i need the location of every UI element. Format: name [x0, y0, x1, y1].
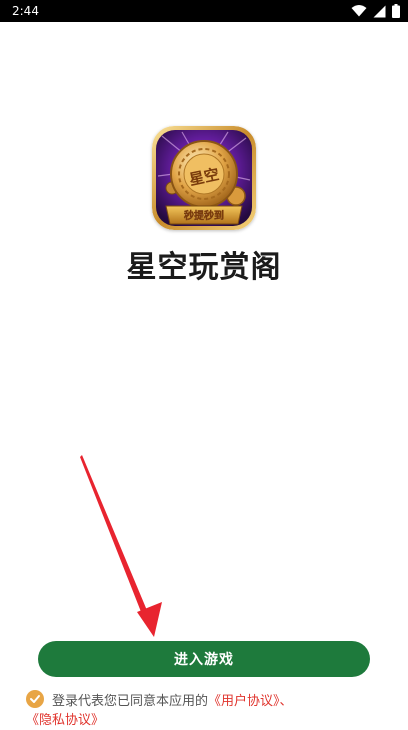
app-icon: 星空 秒提秒到	[152, 126, 256, 230]
app-logo-icon: 星空 秒提秒到	[152, 126, 256, 230]
app-title: 星空玩赏阁	[126, 250, 282, 285]
check-icon	[30, 695, 40, 703]
status-icons	[351, 3, 400, 19]
agreement-prefix: 登录代表您已同意本应用的	[52, 694, 209, 709]
battery-icon	[392, 4, 400, 18]
agreement-separator: 、	[279, 694, 293, 709]
wifi-icon	[351, 5, 367, 17]
status-bar: 2:44	[0, 0, 408, 22]
enter-game-button[interactable]: 进入游戏	[38, 641, 370, 677]
arrow-shaft	[80, 455, 151, 622]
signal-icon	[373, 5, 386, 17]
agreement-text: 登录代表您已同意本应用的《用户协议》、《隐私协议》	[26, 692, 382, 730]
user-agreement-link[interactable]: 《用户协议》	[208, 694, 280, 709]
enter-game-button-label: 进入游戏	[174, 652, 234, 668]
arrow-head	[137, 602, 162, 637]
status-time: 2:44	[12, 4, 39, 18]
annotation-arrow	[80, 455, 162, 637]
agreement-checkbox[interactable]	[26, 690, 44, 708]
app-icon-banner: 秒提秒到	[184, 209, 224, 222]
privacy-policy-link[interactable]: 《隐私协议》	[26, 713, 104, 728]
